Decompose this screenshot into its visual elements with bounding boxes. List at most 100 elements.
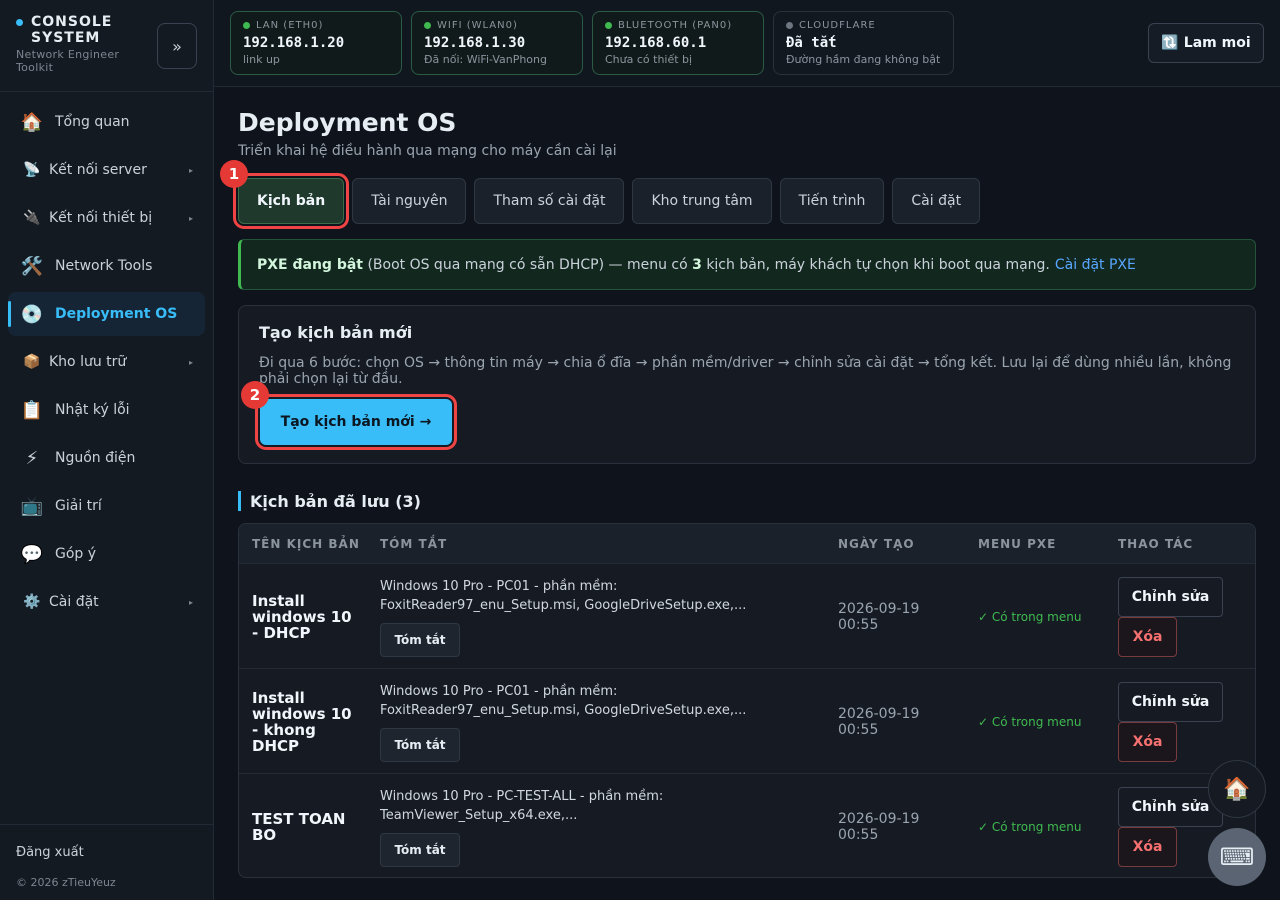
brand: CONSOLE SYSTEM Network Engineer Toolkit … [0,0,213,92]
table-header: TÊN KỊCH BẢN TÓM TẮT NGÀY TẠO MENU PXE T… [239,524,1255,563]
refresh-label: Lam moi [1183,35,1251,51]
interface-ip: 192.168.1.30 [424,35,526,51]
delete-button[interactable]: Xóa [1118,826,1177,867]
create-scenario-card: Tạo kịch bản mới Đi qua 6 bước: chọn OS … [238,305,1256,464]
refresh-button[interactable]: 🔃 Lam moi [1148,23,1264,63]
edit-button[interactable]: Chỉnh sửa [1118,576,1223,617]
pxe-text-2: kịch bản, máy khách tự chọn khi boot qua… [706,256,1050,273]
speech-bubble-icon: 💬 [20,543,44,565]
scenario-summary: Windows 10 Pro - PC-TEST-ALL - phần mềm:… [380,788,664,823]
sidebar-item-label: Tổng quan [55,114,130,130]
interface-ip: 192.168.60.1 [605,35,707,51]
interface-ip: Đã tắt [786,35,837,51]
edit-button[interactable]: Chỉnh sửa [1118,681,1223,722]
summary-button[interactable]: Tóm tắt [380,832,460,867]
table-row: Install windows 10 - DHCP Windows 10 Pro… [239,563,1255,668]
pxe-settings-link[interactable]: Cài đặt PXE [1055,257,1136,273]
status-dot-icon [605,22,612,29]
pxe-menu-status: ✓ Có trong menu [978,819,1082,834]
status-dot-icon [424,22,431,29]
interface-label: CLOUDFLARE [799,20,876,31]
delete-button[interactable]: Xóa [1118,616,1177,657]
created-date: 2026-09-19 00:55 [838,810,920,843]
interface-card-lan: LAN (ETH0) 192.168.1.20 link up [230,11,402,75]
keyboard-icon: ⌨ [1219,843,1255,871]
sidebar-item-gop-y[interactable]: 💬 Góp ý [8,532,205,576]
sidebar-item-label: Kết nối server [49,162,147,178]
status-dot-icon [16,19,23,26]
tab-kho-trung-tam[interactable]: Kho trung tâm [632,178,772,224]
tab-tai-nguyen[interactable]: Tài nguyên [352,178,467,224]
sidebar-item-kho-luu-tru[interactable]: 📦 Kho lưu trữ ▸ [8,340,205,384]
tab-tien-trinh[interactable]: Tiến trình [779,178,885,224]
sidebar-item-cai-dat[interactable]: ⚙️ Cài đặt ▸ [8,580,205,624]
scenario-summary: Windows 10 Pro - PC01 - phần mềm: FoxitR… [380,578,747,613]
table-row: TEST TOAN BO Windows 10 Pro - PC-TEST-AL… [239,773,1255,877]
summary-button[interactable]: Tóm tắt [380,622,460,657]
lightning-icon: ⚡ [25,447,39,469]
chevron-right-icon: ▸ [188,165,193,175]
logout-link[interactable]: Đăng xuất [16,845,197,860]
sidebar-item-nguon-dien[interactable]: ⚡ Nguồn điện [8,436,205,480]
sidebar-item-label: Kết nối thiết bị [49,210,153,226]
sidebar-item-deployment-os[interactable]: 💿 Deployment OS [8,292,205,336]
create-title: Tạo kịch bản mới [259,323,413,342]
tab-cai-dat[interactable]: Cài đặt [892,178,981,224]
column-header: TÊN KỊCH BẢN [252,536,360,551]
sidebar-item-giai-tri[interactable]: 📺 Giải trí [8,484,205,528]
pxe-menu-status: ✓ Có trong menu [978,714,1082,729]
sidebar-item-nhat-ky-loi[interactable]: 📋 Nhật ký lỗi [8,388,205,432]
interface-label: WIFI (WLAN0) [437,20,518,31]
package-icon: 📦 [23,354,41,370]
pxe-count: 3 [692,256,702,273]
column-header: NGÀY TẠO [838,536,915,551]
interface-card-bluetooth: BLUETOOTH (PAN0) 192.168.60.1 Chưa có th… [592,11,764,75]
column-header: MENU PXE [978,536,1057,551]
created-date: 2026-09-19 00:55 [838,705,920,738]
interface-ip: 192.168.1.20 [243,35,345,51]
collapse-sidebar-button[interactable]: » [157,23,197,69]
chevron-right-icon: ▸ [188,597,193,607]
page-subtitle: Triển khai hệ điều hành qua mạng cho máy… [238,143,617,159]
page-title: Deployment OS [238,108,457,137]
pxe-text-1: (Boot OS qua mạng có sẵn DHCP) — menu có [367,256,688,273]
refresh-icon: 🔃 [1161,35,1179,51]
sidebar: CONSOLE SYSTEM Network Engineer Toolkit … [0,0,214,900]
chevron-right-icon: ▸ [188,213,193,223]
pxe-status: PXE đang bật [257,256,363,273]
pxe-menu-status: ✓ Có trong menu [978,609,1082,624]
disc-icon: 💿 [20,303,44,325]
scenarios-table: TÊN KỊCH BẢN TÓM TẮT NGÀY TẠO MENU PXE T… [238,523,1256,878]
interface-card-cloudflare: CLOUDFLARE Đã tắt Đường hầm đang không b… [773,11,954,75]
sidebar-item-label: Góp ý [55,546,97,562]
status-dot-icon [786,22,793,29]
create-scenario-button[interactable]: Tạo kịch bản mới → [255,394,457,450]
tab-bar: Kịch bản Tài nguyên Tham số cài đặt Kho … [232,173,981,229]
sidebar-item-ket-noi-thiet-bi[interactable]: 🔌 Kết nối thiết bị ▸ [8,196,205,240]
interface-label: BLUETOOTH (PAN0) [618,20,733,31]
saved-scenarios-heading: Kịch bản đã lưu (3) [238,491,421,511]
gear-icon: ⚙️ [23,594,41,610]
sidebar-item-label: Nhật ký lỗi [55,402,130,418]
interface-status: link up [243,53,280,66]
interface-card-wifi: WIFI (WLAN0) 192.168.1.30 Đã nối: WiFi-V… [411,11,583,75]
home-icon: 🏠 [20,111,44,133]
sidebar-item-ket-noi-server[interactable]: 📡 Kết nối server ▸ [8,148,205,192]
tab-tham-so-cai-dat[interactable]: Tham số cài đặt [474,178,625,224]
sidebar-item-network-tools[interactable]: 🛠️ Network Tools [8,244,205,288]
tab-kich-ban[interactable]: Kịch bản [232,173,350,229]
plug-icon: 🔌 [23,210,41,226]
sidebar-item-tong-quan[interactable]: 🏠 Tổng quan [8,100,205,144]
home-fab-button[interactable]: 🏠 [1208,760,1266,818]
keyboard-fab-button[interactable]: ⌨ [1208,828,1266,886]
interface-status: Đã nối: WiFi-VanPhong [424,53,547,66]
summary-button[interactable]: Tóm tắt [380,727,460,762]
scenario-summary: Windows 10 Pro - PC01 - phần mềm: FoxitR… [380,683,747,718]
copyright: © 2026 zTieuYeuz [16,876,116,889]
tools-icon: 🛠️ [20,255,44,277]
sidebar-item-label: Giải trí [55,498,102,514]
chevron-right-icon: ▸ [188,357,193,367]
brand-title-text: CONSOLE SYSTEM [31,14,113,46]
sidebar-nav: 🏠 Tổng quan 📡 Kết nối server ▸ 🔌 Kết nối… [0,92,213,636]
delete-button[interactable]: Xóa [1118,721,1177,762]
